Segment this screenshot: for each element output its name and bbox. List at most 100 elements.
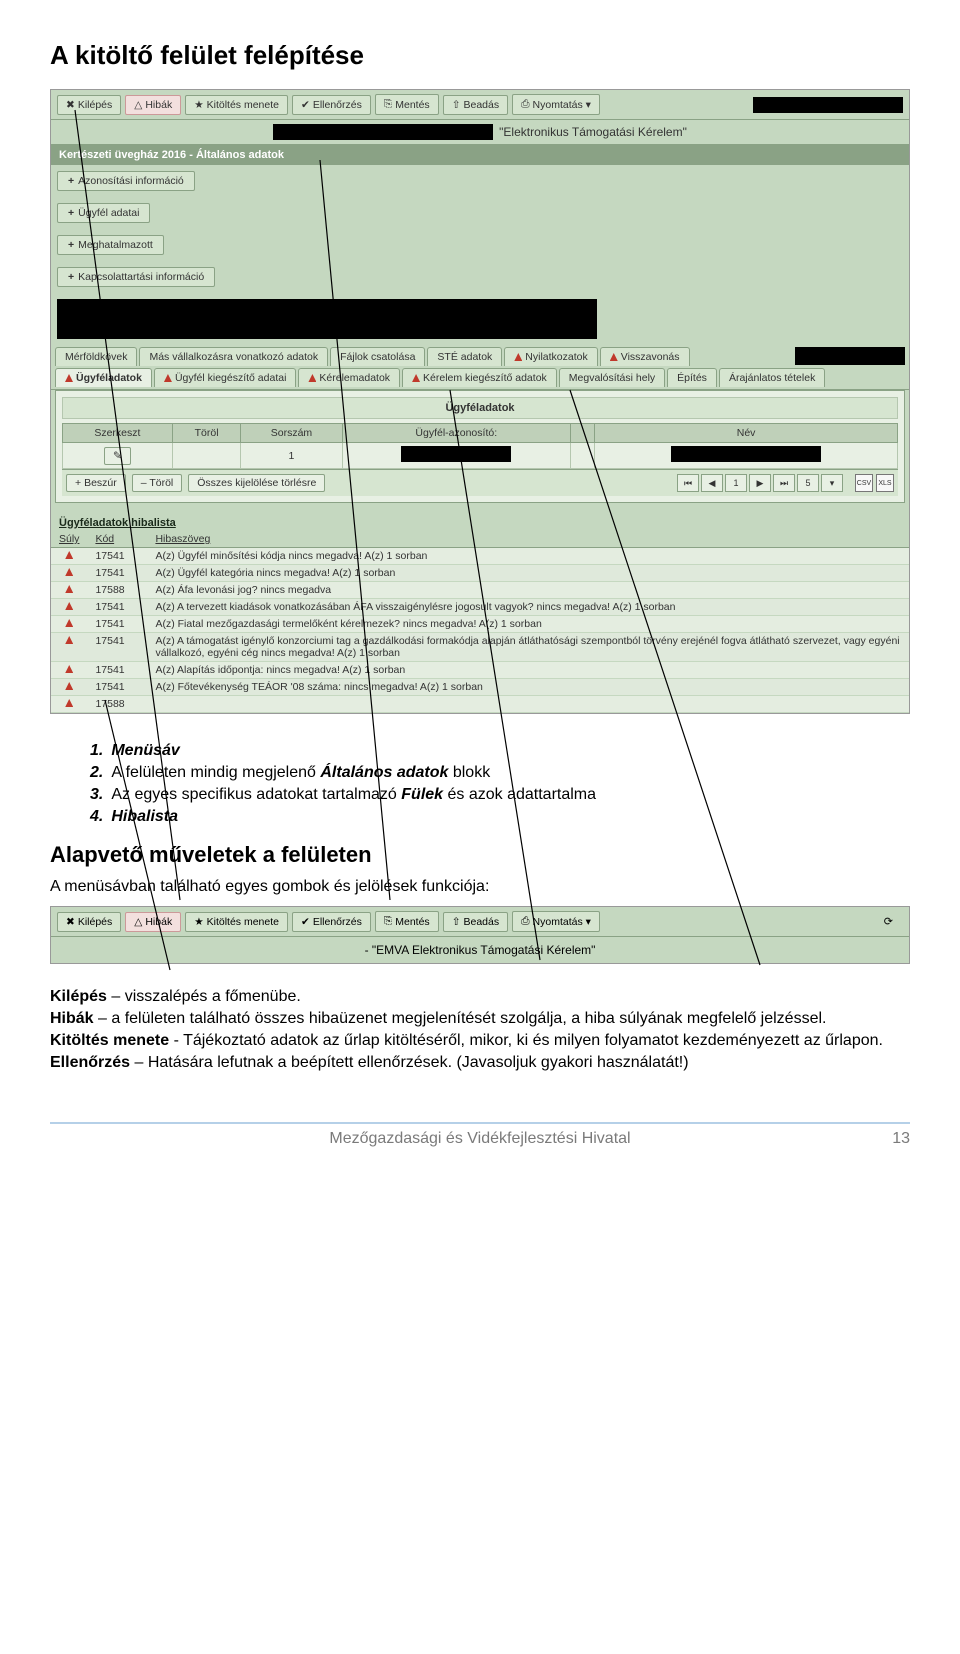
tab[interactable]: Megvalósítási hely [559, 368, 665, 387]
tab[interactable]: Kérelem kiegészítő adatok [402, 368, 557, 387]
toolbar-icon: ⎘ [384, 98, 392, 111]
tab[interactable]: Építés [667, 368, 717, 387]
definition-item: Hibák – a felületen található összes hib… [50, 1010, 910, 1028]
pager-last[interactable]: ⏭ [773, 474, 795, 492]
pager-first[interactable]: ⏮ [677, 474, 699, 492]
tab[interactable]: Kérelemadatok [298, 368, 400, 387]
pager-prev[interactable]: ◀ [701, 474, 723, 492]
pager-page[interactable]: 1 [725, 474, 747, 492]
toolbar-button[interactable]: ⎘Mentés [375, 911, 439, 932]
table-row: ✎ 1 [63, 443, 898, 469]
cell-sorszam: 1 [241, 443, 342, 469]
toolbar-button[interactable]: △Hibák [125, 95, 181, 115]
tab[interactable]: Árajánlatos tételek [719, 368, 825, 387]
toolbar-button[interactable]: ✖Kilépés [57, 95, 121, 115]
expand-panel-button[interactable]: +Ügyfél adatai [57, 203, 150, 223]
toolbar-button[interactable]: ✔Ellenőrzés [292, 912, 371, 932]
warning-icon [65, 551, 73, 559]
delete-button[interactable]: – Töröl [132, 474, 183, 492]
redacted-block [57, 299, 597, 339]
tabs: MérföldkövekMás vállalkozásra vonatkozó … [51, 345, 909, 390]
warning-icon [65, 682, 73, 690]
tab-content: Ügyféladatok SzerkesztTörölSorszámÜgyfél… [55, 390, 905, 503]
pager-size[interactable]: 5 [797, 474, 819, 492]
subheader-text: "Elektronikus Támogatási Kérelem" [499, 125, 687, 139]
footer-page-number: 13 [892, 1130, 910, 1148]
list-item: 2.A felületen mindig megjelenő Általános… [90, 764, 910, 782]
warning-icon [65, 699, 73, 707]
toolbar-button[interactable]: ★Kitöltés menete [185, 95, 288, 115]
toolbar-button[interactable]: ⎙Nyomtatás ▾ [512, 911, 600, 932]
tab[interactable]: Fájlok csatolása [330, 347, 425, 366]
error-row: 17588 [51, 696, 909, 713]
tab[interactable]: Ügyféladatok [55, 368, 152, 387]
toolbar-icon: ⎙ [521, 915, 529, 928]
pane-title: Ügyféladatok [62, 397, 898, 419]
error-row: 17541A(z) Alapítás időpontja: nincs mega… [51, 662, 909, 679]
toolbar-icon: ✖ [66, 99, 75, 111]
toolbar-button[interactable]: ⎙Nyomtatás ▾ [512, 94, 600, 115]
error-table: SúlyKódHibaszöveg 17541A(z) Ügyfél minős… [51, 531, 909, 713]
warning-icon [65, 619, 73, 627]
pager-size-dd[interactable]: ▾ [821, 474, 843, 492]
pager-next[interactable]: ▶ [749, 474, 771, 492]
error-row: 17541A(z) A támogatást igénylő konzorciu… [51, 633, 909, 662]
expand-panel-button[interactable]: +Azonosítási információ [57, 171, 195, 191]
toolbar-button[interactable]: ⇧Beadás [443, 912, 508, 932]
toolbar-button[interactable]: ✖Kilépés [57, 912, 121, 932]
tab[interactable]: Ügyfél kiegészítő adatai [154, 368, 296, 387]
column-header: Szerkeszt [63, 424, 173, 443]
edit-button[interactable]: ✎ [104, 447, 131, 465]
redacted [795, 347, 905, 365]
plus-icon: + [68, 207, 74, 219]
screenshot-main-ui: ✖Kilépés△Hibák★Kitöltés menete✔Ellenőrzé… [50, 89, 910, 714]
table-footer: + Beszúr – Töröl Összes kijelölése törlé… [62, 469, 898, 496]
definition-item: Ellenőrzés – Hatására lefutnak a beépíte… [50, 1054, 910, 1072]
footer-org: Mezőgazdasági és Vidékfejlesztési Hivata… [329, 1130, 630, 1148]
section-title: Kertészeti üvegház 2016 - Általános adat… [51, 145, 909, 165]
expand-panel-button[interactable]: +Meghatalmazott [57, 235, 164, 255]
list-item: 1.Menüsáv [90, 742, 910, 760]
tab[interactable]: STÉ adatok [427, 347, 502, 366]
column-header [571, 424, 595, 443]
toolbar-button[interactable]: ★Kitöltés menete [185, 912, 288, 932]
screenshot-toolbar: ✖Kilépés△Hibák★Kitöltés menete✔Ellenőrzé… [50, 906, 910, 964]
annotation-list: 1.Menüsáv 2.A felületen mindig megjelenő … [90, 742, 910, 826]
tab[interactable]: Nyilatkozatok [504, 347, 597, 366]
export-csv-icon[interactable]: CSV [855, 474, 873, 492]
warning-icon [514, 353, 522, 361]
column-header: Sorszám [241, 424, 342, 443]
error-list-title: Ügyféladatok hibalista [51, 511, 909, 531]
refresh-icon[interactable]: ⟳ [884, 915, 893, 928]
toolbar-button[interactable]: ✔Ellenőrzés [292, 95, 371, 115]
warning-icon [412, 374, 420, 382]
toolbar-icon: ⇧ [452, 99, 461, 111]
toolbar-icon: ★ [194, 99, 203, 111]
subheader2: - "EMVA Elektronikus Támogatási Kérelem" [51, 937, 909, 963]
toolbar-icon: △ [134, 99, 142, 111]
error-row: 17541A(z) Főtevékenység TEÁOR '08 száma:… [51, 679, 909, 696]
warning-icon [65, 636, 73, 644]
toolbar-button[interactable]: ⎘Mentés [375, 94, 439, 115]
toolbar-icon: ✖ [66, 916, 75, 928]
tab[interactable]: Visszavonás [600, 347, 690, 366]
toolbar-button[interactable]: △Hibák [125, 912, 181, 932]
column-header: Név [595, 424, 898, 443]
app-subheader: "Elektronikus Támogatási Kérelem" [51, 120, 909, 145]
toolbar-button[interactable]: ⇧Beadás [443, 95, 508, 115]
tab[interactable]: Mérföldkövek [55, 347, 137, 366]
definition-item: Kitöltés menete - Tájékoztató adatok az … [50, 1032, 910, 1050]
clear-all-button[interactable]: Összes kijelölése törlésre [188, 474, 325, 492]
export-xls-icon[interactable]: XLS [876, 474, 894, 492]
page-footer: . Mezőgazdasági és Vidékfejlesztési Hiva… [50, 1122, 910, 1148]
definition-item: Kilépés – visszalépés a főmenübe. [50, 988, 910, 1006]
operations-intro: A menüsávban található egyes gombok és j… [50, 878, 910, 896]
warning-icon [308, 374, 316, 382]
error-row: 17588A(z) Áfa levonási jog? nincs megadv… [51, 582, 909, 599]
tab[interactable]: Más vállalkozásra vonatkozó adatok [139, 347, 328, 366]
insert-button[interactable]: + Beszúr [66, 474, 126, 492]
plus-icon: + [68, 175, 74, 187]
toolbar-icon: ✔ [301, 916, 310, 928]
expand-panel-button[interactable]: +Kapcsolattartási információ [57, 267, 215, 287]
warning-icon [65, 568, 73, 576]
